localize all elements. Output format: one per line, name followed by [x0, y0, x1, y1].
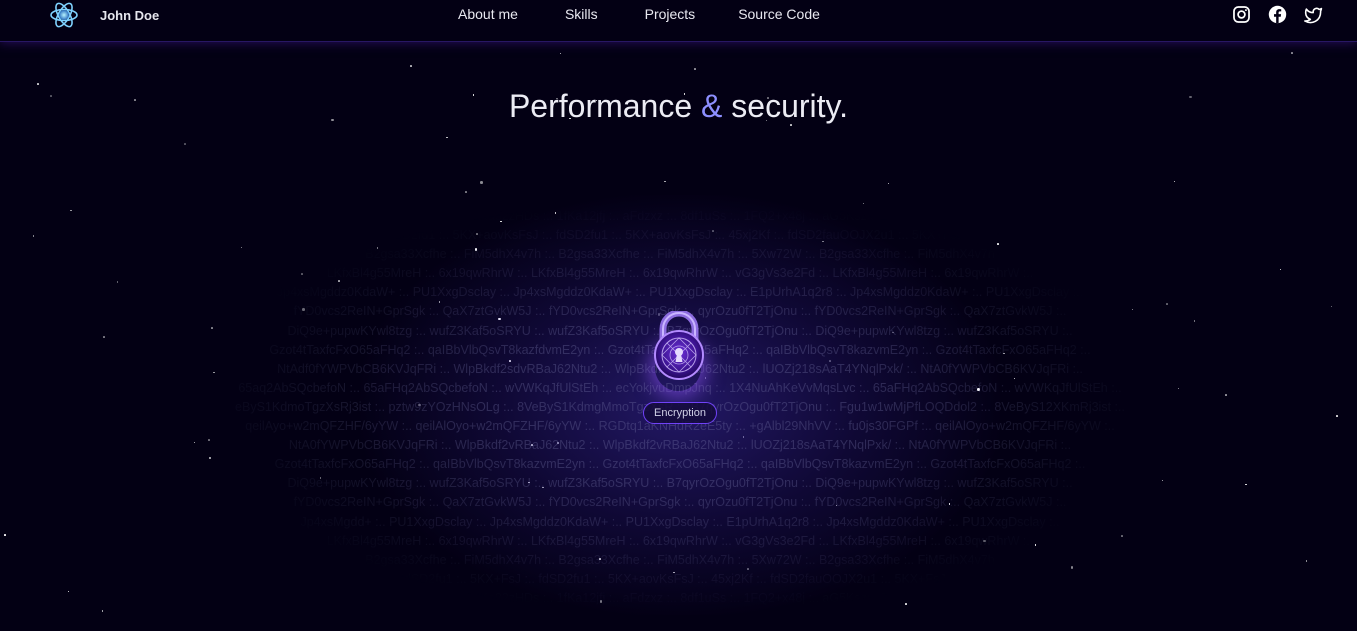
brand-name: John Doe [100, 7, 160, 23]
cipher-line: B2gsa33Xcfhe :.. FiM5dhX4v7h :.. B2gsa33… [365, 552, 995, 567]
cipher-line: LKfxBl4g55MreH :.. 6x19qwRhrW :.. LKfxBl… [326, 266, 1034, 281]
top-navbar: John Doe About me Skills Projects Source… [0, 0, 1357, 42]
cipher-line: Jp4xsMgddz0KdaW+ :.. PU1XxgDsclay :.. Jp… [276, 285, 1084, 300]
cipher-line: fdSD2fu1 :.. 5KX+aovKsFsJ :.. fdSD2fu1 :… [383, 228, 977, 243]
star [410, 65, 412, 67]
star [664, 180, 666, 183]
title-ampersand: & [701, 88, 723, 124]
star [103, 336, 105, 338]
cipher-line: Gzot4tTaxfcFxO65aFHq2 :.. qaIBbVlbQsvT8k… [274, 457, 1086, 472]
star [32, 235, 35, 237]
cipher-line: B2gsa33Xcfhe :.. FiM5dhX4v7h :.. B2gsa33… [365, 247, 995, 262]
nav-about-me[interactable]: About me [458, 6, 518, 24]
star [559, 52, 562, 55]
star [67, 590, 70, 593]
lock-container [649, 311, 709, 381]
star [4, 534, 6, 536]
nav-skills[interactable]: Skills [565, 6, 598, 24]
nav-projects[interactable]: Projects [645, 6, 696, 24]
star [465, 191, 467, 193]
encryption-badge: Encryption [643, 402, 717, 424]
star [101, 610, 104, 612]
star [1193, 320, 1196, 322]
twitter-icon[interactable] [1304, 5, 1323, 24]
star [446, 136, 448, 139]
cipher-line: NtA0fYWPVbCB6KVJqFRi :.. WlpBkdf2vRBaJ62… [288, 438, 1072, 453]
cipher-line: Jp4xsMgdd+ :.. PU1XxgDsclay :.. Jp4xsMgd… [300, 514, 1060, 529]
star [1245, 483, 1247, 486]
cipher-line: DiQ9e+pupwKYwl8tzg :.. wufZ3Kaf5oSRYU :.… [287, 476, 1073, 491]
cipher-line: 8dKa82zHDs :.. 1fKa12jfj :.. aFdzxz :.. … [465, 209, 895, 223]
cipher-line: 8dKa82zHDs :.. 1fKa12jfj :.. aFdzxz :.. … [465, 590, 895, 605]
nav-source-code[interactable]: Source Code [738, 6, 820, 24]
brand[interactable]: John Doe [48, 0, 159, 30]
star [1279, 268, 1282, 271]
star [1330, 305, 1333, 308]
star [694, 68, 696, 70]
social-links [1232, 5, 1323, 24]
star [1177, 387, 1180, 390]
instagram-icon[interactable] [1232, 5, 1251, 24]
cipher-line: fYD0vcs2ReIN+GprSgk :.. QaX7ztGvkW5J :..… [293, 495, 1067, 510]
star [116, 281, 119, 283]
atom-logo-icon [50, 2, 78, 28]
star [1336, 415, 1338, 417]
star [1173, 180, 1176, 183]
section-title: Performance & security. [0, 88, 1357, 125]
cipher-line: LKfxBl4g55MreH :.. 6x19qwRhrW :.. LKfxBl… [326, 533, 1034, 548]
title-text-1: Performance [508, 88, 702, 124]
star [37, 83, 39, 85]
star [1291, 52, 1293, 54]
star [70, 209, 72, 212]
title-text-2: security. [722, 88, 849, 124]
star [1305, 560, 1308, 562]
main-nav: About me Skills Projects Source Code [458, 6, 820, 24]
facebook-icon[interactable] [1268, 5, 1287, 24]
star [184, 143, 186, 145]
star [887, 182, 890, 185]
star [480, 181, 483, 184]
lock-icon [654, 311, 704, 380]
star [1225, 394, 1227, 396]
cipher-line: fdSD2fu1 :.. 5KX+FsJ :.. fdSD2fu1 :.. 5K… [400, 571, 960, 586]
